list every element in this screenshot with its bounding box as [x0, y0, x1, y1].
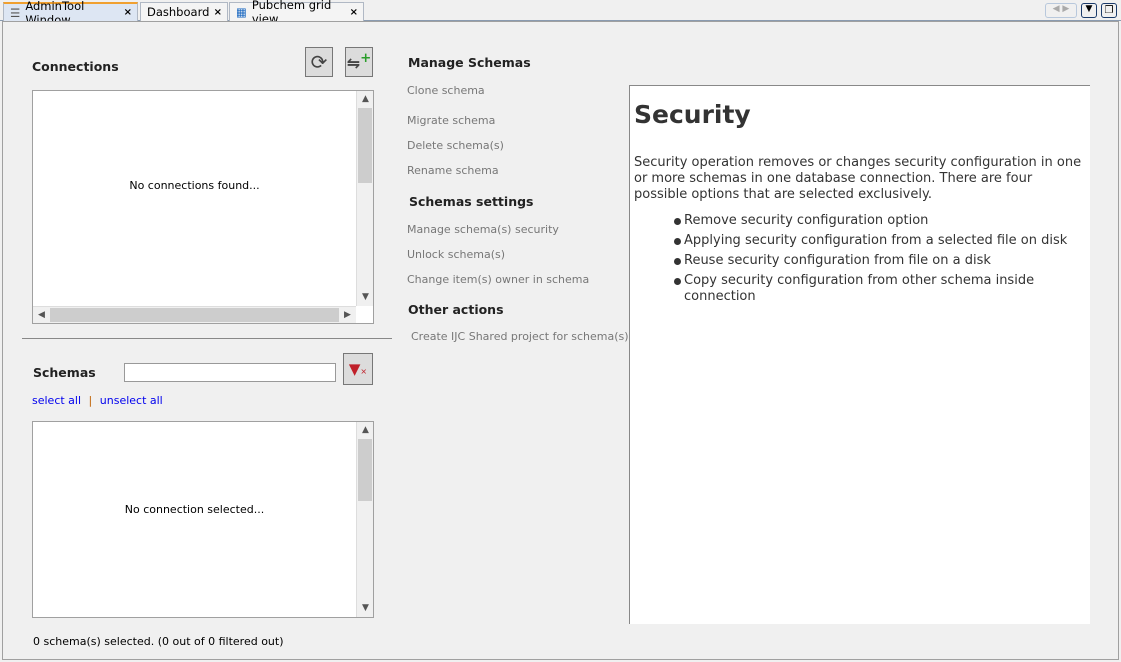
clone-schema-action[interactable]: Clone schema: [407, 84, 485, 97]
tab-bar: ☰ AdminTool Window × Dashboard × ▦ Pubch…: [0, 0, 1121, 21]
add-connection-button[interactable]: ⇋+: [345, 47, 373, 77]
change-owner-action[interactable]: Change item(s) owner in schema: [407, 273, 589, 286]
tab-list-dropdown-icon[interactable]: ▼: [1081, 3, 1097, 18]
create-shared-project-action[interactable]: Create IJC Shared project for schema(s): [411, 330, 629, 343]
schema-filter-input[interactable]: [124, 363, 336, 382]
unselect-all-link[interactable]: unselect all: [100, 394, 163, 407]
tab-label: Dashboard: [147, 5, 209, 19]
manage-schemas-title: Manage Schemas: [408, 55, 531, 70]
list-item: Copy security configuration from other s…: [674, 273, 1086, 305]
rename-schema-action[interactable]: Rename schema: [407, 164, 499, 177]
schemas-list[interactable]: No connection selected... ▲▼: [32, 421, 374, 618]
select-all-link[interactable]: select all: [32, 394, 81, 407]
divider: [22, 338, 392, 339]
clear-filter-button[interactable]: ▼×: [343, 353, 373, 385]
other-actions-title: Other actions: [408, 302, 504, 317]
link-separator: |: [89, 394, 93, 407]
help-document: Security Security operation removes or c…: [629, 85, 1090, 624]
tab-pubchem-grid-view[interactable]: ▦ Pubchem grid view ×: [229, 2, 364, 21]
help-option-list: Remove security configuration option App…: [634, 213, 1086, 305]
selection-links: select all | unselect all: [32, 394, 163, 407]
add-connection-icon: ⇋+: [347, 51, 372, 72]
refresh-button[interactable]: ⟳: [305, 47, 333, 77]
grid-icon: ▦: [236, 5, 247, 19]
close-icon[interactable]: ×: [214, 7, 222, 18]
connections-list[interactable]: No connections found... ▲▼ ◀▶: [32, 90, 374, 324]
unlock-schema-action[interactable]: Unlock schema(s): [407, 248, 505, 261]
tab-dashboard[interactable]: Dashboard ×: [140, 2, 228, 21]
connections-vertical-scrollbar[interactable]: ▲▼: [356, 91, 373, 306]
connections-horizontal-scrollbar[interactable]: ◀▶: [33, 306, 356, 323]
schemas-settings-title: Schemas settings: [409, 194, 533, 209]
schemas-title: Schemas: [33, 365, 96, 380]
restore-window-icon[interactable]: ❐: [1101, 3, 1117, 18]
delete-schema-action[interactable]: Delete schema(s): [407, 139, 504, 152]
selection-status: 0 schema(s) selected. (0 out of 0 filter…: [33, 635, 284, 648]
schemas-empty-text: No connection selected...: [33, 503, 356, 516]
filter-clear-icon: ▼×: [349, 360, 367, 378]
list-item: Applying security configuration from a s…: [674, 233, 1086, 249]
list-item: Reuse security configuration from file o…: [674, 253, 1086, 269]
connections-title: Connections: [32, 59, 119, 74]
admin-tool-icon: ☰: [10, 6, 20, 20]
help-body: Security operation removes or changes se…: [634, 155, 1086, 203]
help-title: Security: [634, 100, 1086, 129]
close-icon[interactable]: ×: [124, 7, 132, 18]
tab-admintool-window[interactable]: ☰ AdminTool Window ×: [3, 2, 138, 21]
manage-security-action[interactable]: Manage schema(s) security: [407, 223, 559, 236]
connections-empty-text: No connections found...: [33, 179, 356, 192]
schemas-vertical-scrollbar[interactable]: ▲▼: [356, 422, 373, 617]
tab-scroll-buttons[interactable]: ◀ ▶: [1045, 3, 1077, 18]
list-item: Remove security configuration option: [674, 213, 1086, 229]
close-icon[interactable]: ×: [350, 7, 358, 18]
refresh-icon: ⟳: [311, 50, 328, 74]
migrate-schema-action[interactable]: Migrate schema: [407, 114, 495, 127]
